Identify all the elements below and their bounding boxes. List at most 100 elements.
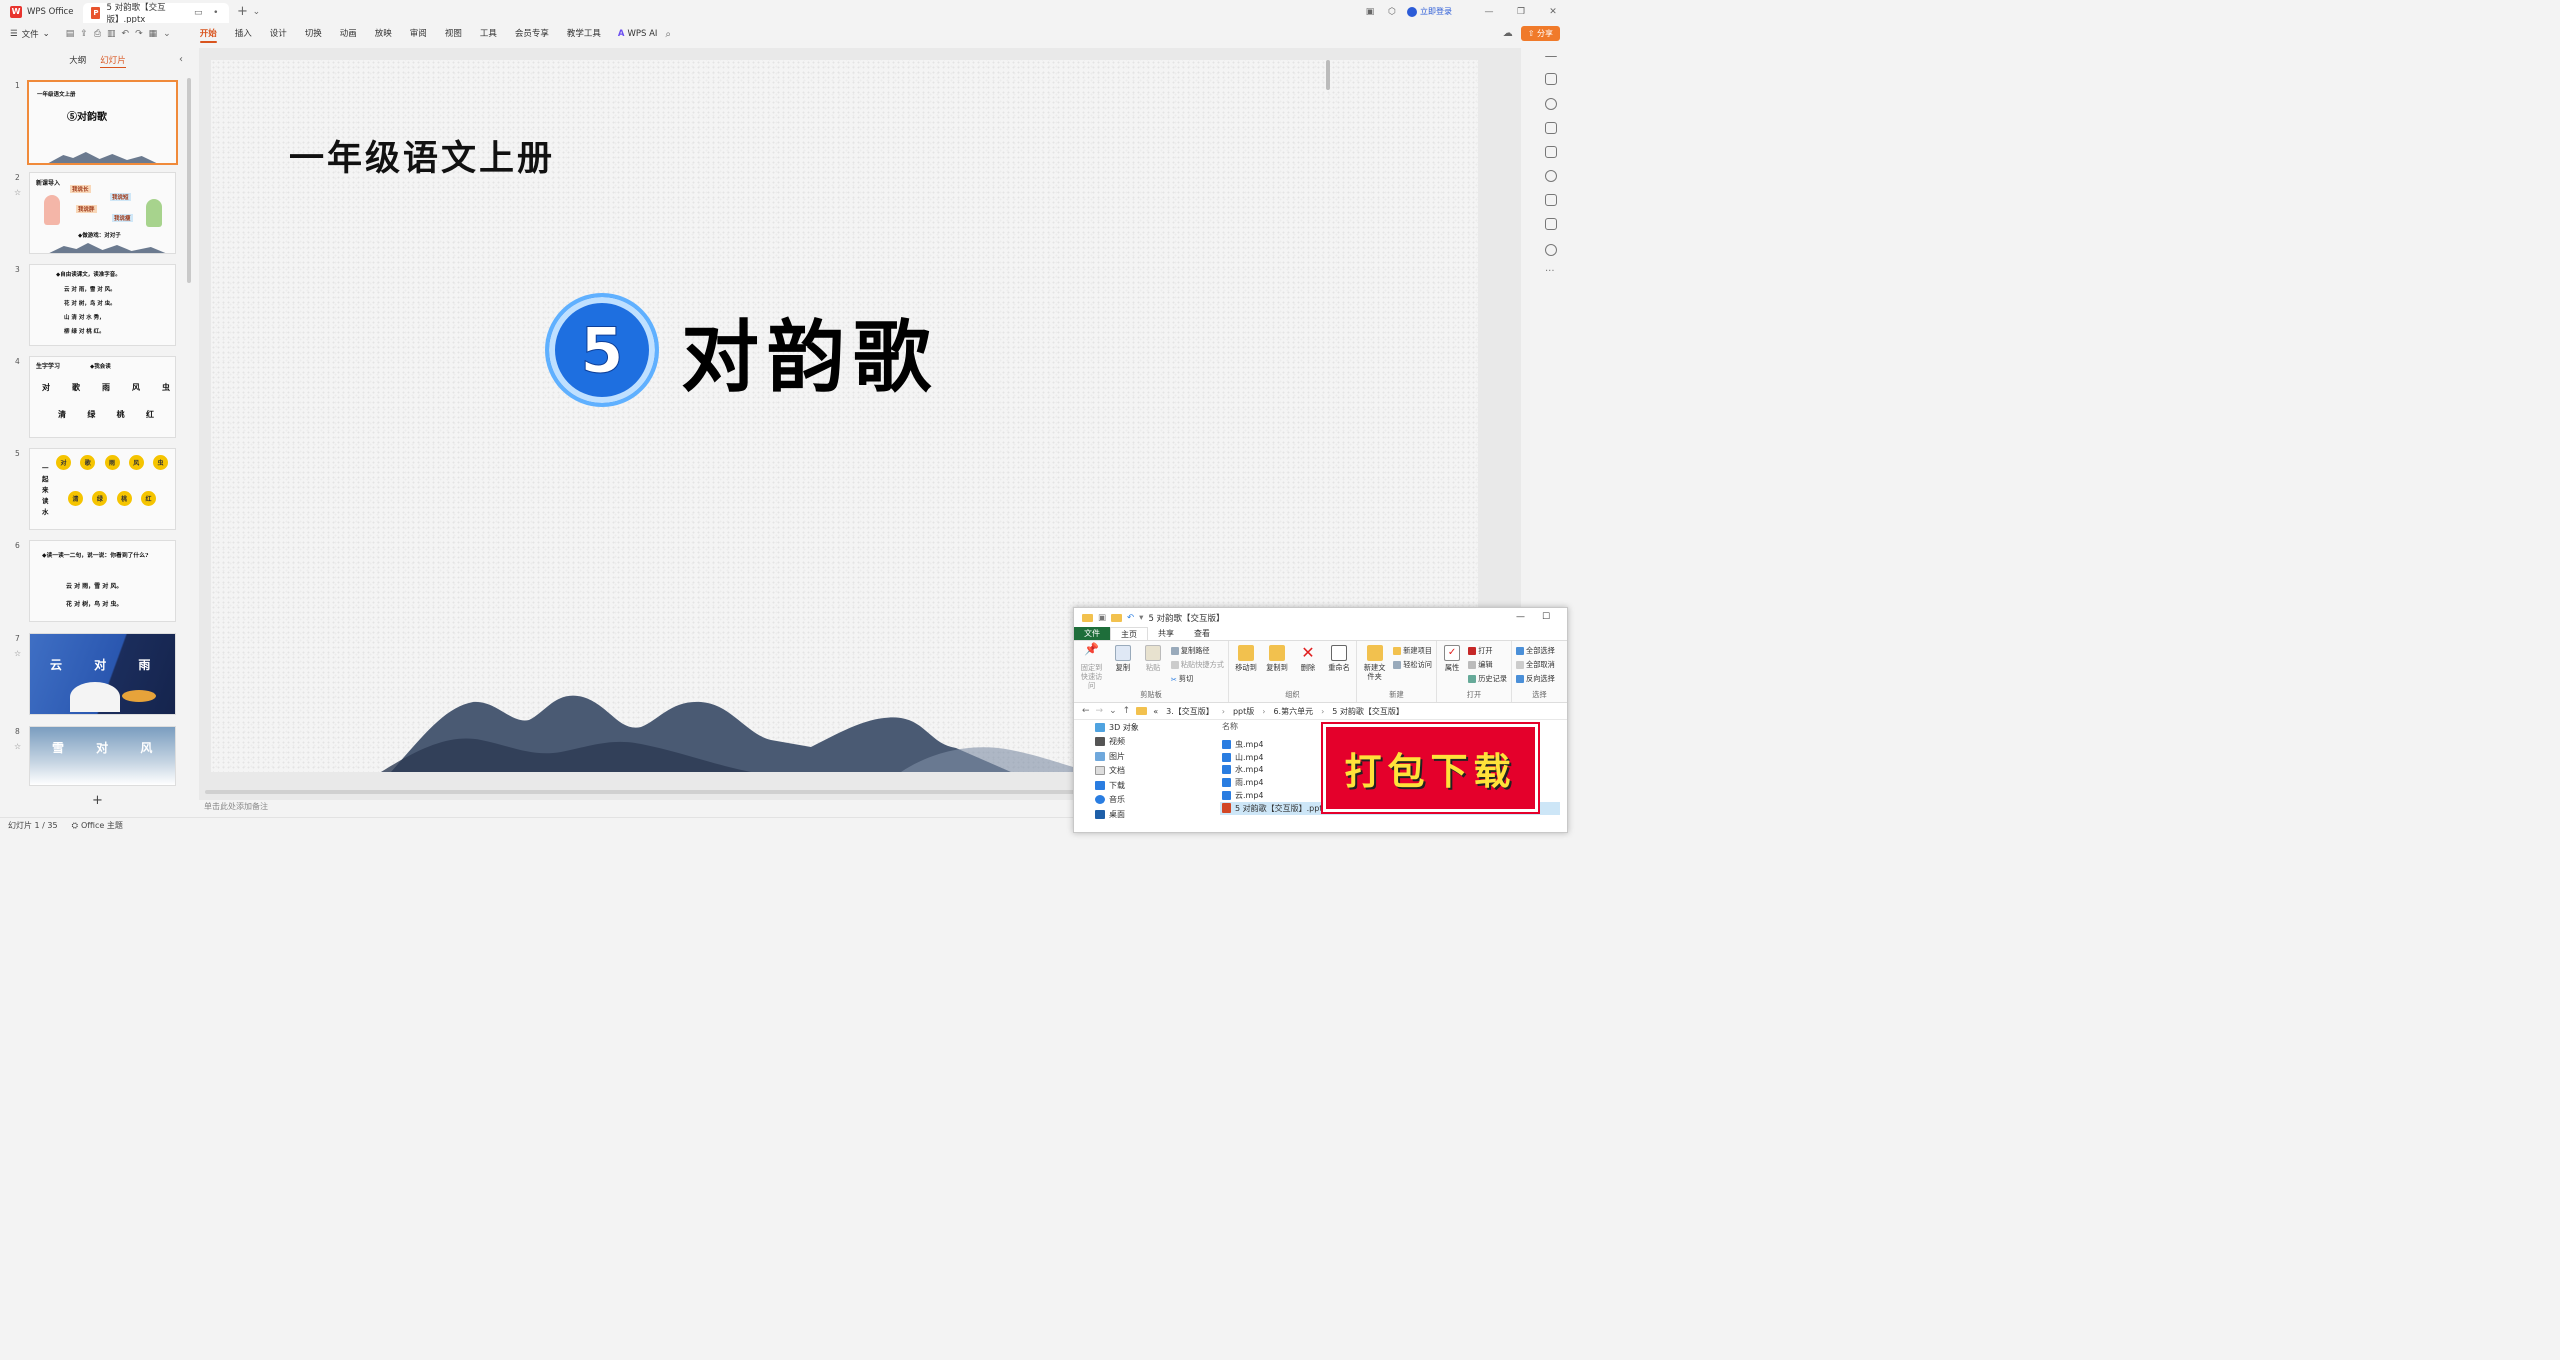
tree-item-videos[interactable]: 视频 <box>1074 735 1209 750</box>
breadcrumb-item[interactable]: 5 对韵歌【交互版】 <box>1332 706 1404 717</box>
lesson-number-badge[interactable]: 5 <box>545 293 659 407</box>
window-layout-icon[interactable]: ▣ <box>1363 5 1377 19</box>
quick-access-chevron-icon[interactable]: ▾ <box>1139 613 1143 623</box>
search-icon[interactable]: ⌕ <box>665 29 671 40</box>
tab-slideshow[interactable]: 放映 <box>366 23 401 45</box>
help-icon[interactable] <box>1545 244 1557 256</box>
back-arrow-icon[interactable]: ← <box>1082 706 1090 716</box>
forward-arrow-icon[interactable]: → <box>1096 706 1104 716</box>
tab-view[interactable]: 视图 <box>436 23 471 45</box>
slide-subtitle[interactable]: 一年级语文上册 <box>289 130 555 181</box>
tree-item-pictures[interactable]: 图片 <box>1074 749 1209 764</box>
select-none-button[interactable]: 全部取消 <box>1516 660 1555 670</box>
notes-placeholder[interactable]: 单击此处添加备注 <box>204 801 268 812</box>
slide-thumbnail[interactable]: 生字学习 ◆我会读 对 歌 雨 风 虫 清 绿 桃 红 <box>29 356 176 438</box>
tab-home[interactable]: 开始 <box>191 23 226 45</box>
collapse-panel-icon[interactable]: ‹ <box>179 54 183 65</box>
cut-button[interactable]: ✂ 剪切 <box>1171 674 1224 684</box>
download-package-banner[interactable]: 打包下载 <box>1323 724 1538 812</box>
new-item-button[interactable]: 新建项目 <box>1393 646 1432 656</box>
slide-thumbnail[interactable]: ◆读一读一二句，说一说：你看到了什么? 云 对 雨，雪 对 风。 花 对 树，鸟… <box>29 540 176 622</box>
wps-ai-button[interactable]: A WPS AI <box>610 29 666 39</box>
add-slide-plus-icon[interactable]: + <box>92 793 103 808</box>
invert-selection-button[interactable]: 反向选择 <box>1516 674 1555 684</box>
tab-design[interactable]: 设计 <box>261 23 296 45</box>
format-painter-icon[interactable]: ▦ <box>149 29 158 39</box>
print-preview-icon[interactable]: ▥ <box>107 29 116 39</box>
star-icon[interactable]: ☆ <box>14 742 21 751</box>
edit-button[interactable]: 编辑 <box>1468 660 1507 670</box>
explorer-tab-file[interactable]: 文件 <box>1074 627 1110 640</box>
copy-layout-icon[interactable] <box>1545 122 1557 134</box>
restore-icon[interactable]: ❐ <box>1514 5 1528 19</box>
slide-thumbnail[interactable]: 一年级语文上册 ⑤对韵歌 <box>27 80 178 165</box>
cloud-sync-icon[interactable]: ☁ <box>1503 28 1513 39</box>
theme-indicator[interactable]: ⛭ Office 主题 <box>72 820 123 831</box>
image-icon[interactable] <box>1545 146 1557 158</box>
collapse-bar-icon[interactable] <box>1545 56 1557 58</box>
tab-animations[interactable]: 动画 <box>331 23 366 45</box>
file-menu[interactable]: ☰ 文件 ⌄ <box>0 28 58 40</box>
more-dots-icon[interactable]: ··· <box>1545 267 1557 280</box>
explorer-tab-view[interactable]: 查看 <box>1184 627 1220 640</box>
tab-membership[interactable]: 会员专享 <box>506 23 558 45</box>
breadcrumb[interactable]: « 3.【交互版】 › ppt版 › 6.第六单元 › 5 对韵歌【交互版】 <box>1153 706 1404 717</box>
slide-title[interactable]: 对韵歌 <box>681 295 939 407</box>
recent-chevron-icon[interactable]: ⌄ <box>1109 706 1117 716</box>
save-icon[interactable]: ▤ <box>66 29 75 39</box>
star-icon[interactable]: ☆ <box>14 649 21 658</box>
minimize-icon[interactable]: — <box>1482 5 1496 19</box>
tab-transitions[interactable]: 切换 <box>296 23 331 45</box>
tree-item-downloads[interactable]: 下载 <box>1074 778 1209 793</box>
explorer-tab-share[interactable]: 共享 <box>1148 627 1184 640</box>
close-icon[interactable]: ✕ <box>1546 5 1560 19</box>
tab-outline[interactable]: 大纲 <box>69 54 86 68</box>
tree-item-documents[interactable]: 文档 <box>1074 764 1209 779</box>
slide-thumbnail[interactable]: 新课导入 我说长 我说短 我说胖 我说瘦 ◆做游戏：对对子 <box>29 172 176 254</box>
export-icon[interactable]: ⇪ <box>80 29 88 39</box>
breadcrumb-overflow[interactable]: « <box>1153 707 1158 716</box>
app-home-tab[interactable]: W WPS Office <box>0 0 83 23</box>
cube-icon[interactable]: ⬡ <box>1385 5 1399 19</box>
slide-vertical-scrollbar[interactable] <box>1326 60 1330 90</box>
shirt-theme-icon[interactable] <box>1545 218 1557 230</box>
select-all-button[interactable]: 全部选择 <box>1516 646 1555 656</box>
properties-quick-icon[interactable]: ▣ <box>1098 613 1106 623</box>
more-chevron-icon[interactable]: ⌄ <box>163 29 171 39</box>
easy-access-button[interactable]: 轻松访问 <box>1393 660 1432 670</box>
tab-insert[interactable]: 插入 <box>226 23 261 45</box>
login-button[interactable]: 立即登录 <box>1407 6 1452 17</box>
redo-icon[interactable]: ↷ <box>135 29 143 39</box>
tab-list-chevron-icon[interactable]: ⌄ <box>249 5 263 19</box>
slide-thumbnail[interactable]: 一起来读水 对 歌 雨 风 虫 清 绿 桃 红 <box>29 448 176 530</box>
tab-review[interactable]: 审阅 <box>401 23 436 45</box>
unsaved-dot-icon[interactable]: • <box>210 6 221 20</box>
up-arrow-icon[interactable]: ↑ <box>1123 706 1131 716</box>
new-tab-plus-icon[interactable]: + <box>235 4 249 19</box>
breadcrumb-item[interactable]: 3.【交互版】 <box>1166 706 1214 717</box>
new-folder-quick-icon[interactable] <box>1111 613 1123 622</box>
undo-icon[interactable]: ↶ <box>122 29 130 39</box>
tree-item-music[interactable]: 音乐 <box>1074 793 1209 808</box>
share-button[interactable]: ⇧ 分享 <box>1520 26 1560 41</box>
tree-item-desktop[interactable]: 桌面 <box>1074 807 1209 822</box>
star-effects-icon[interactable] <box>1545 98 1557 110</box>
breadcrumb-item[interactable]: 6.第六单元 <box>1273 706 1313 717</box>
slide-horizontal-scrollbar[interactable] <box>205 790 1075 794</box>
magic-tools-icon[interactable] <box>1545 170 1557 182</box>
tab-slides[interactable]: 幻灯片 <box>100 54 126 68</box>
panel-scrollbar[interactable] <box>187 78 191 283</box>
monitor-icon[interactable]: ▭ <box>193 6 204 20</box>
breadcrumb-item[interactable]: ppt版 <box>1233 706 1254 717</box>
history-button[interactable]: 历史记录 <box>1468 674 1507 684</box>
properties-icon[interactable] <box>1545 73 1557 85</box>
format-icon[interactable] <box>1545 194 1557 206</box>
slide-thumbnail[interactable]: 云 对 雨 <box>29 633 176 715</box>
slide-thumbnail[interactable]: ◆自由读课文，读准字音。 云 对 雨，雪 对 风。 花 对 树，鸟 对 虫。 山… <box>29 264 176 346</box>
slide-thumbnail[interactable]: 雪 对 风 <box>29 726 176 786</box>
explorer-maximize-icon[interactable]: ☐ <box>1542 612 1550 622</box>
undo-quick-icon[interactable]: ↶ <box>1127 613 1134 623</box>
paste-shortcut-button[interactable]: 粘贴快捷方式 <box>1170 660 1224 670</box>
star-icon[interactable]: ☆ <box>14 188 21 197</box>
tab-tools[interactable]: 工具 <box>471 23 506 45</box>
